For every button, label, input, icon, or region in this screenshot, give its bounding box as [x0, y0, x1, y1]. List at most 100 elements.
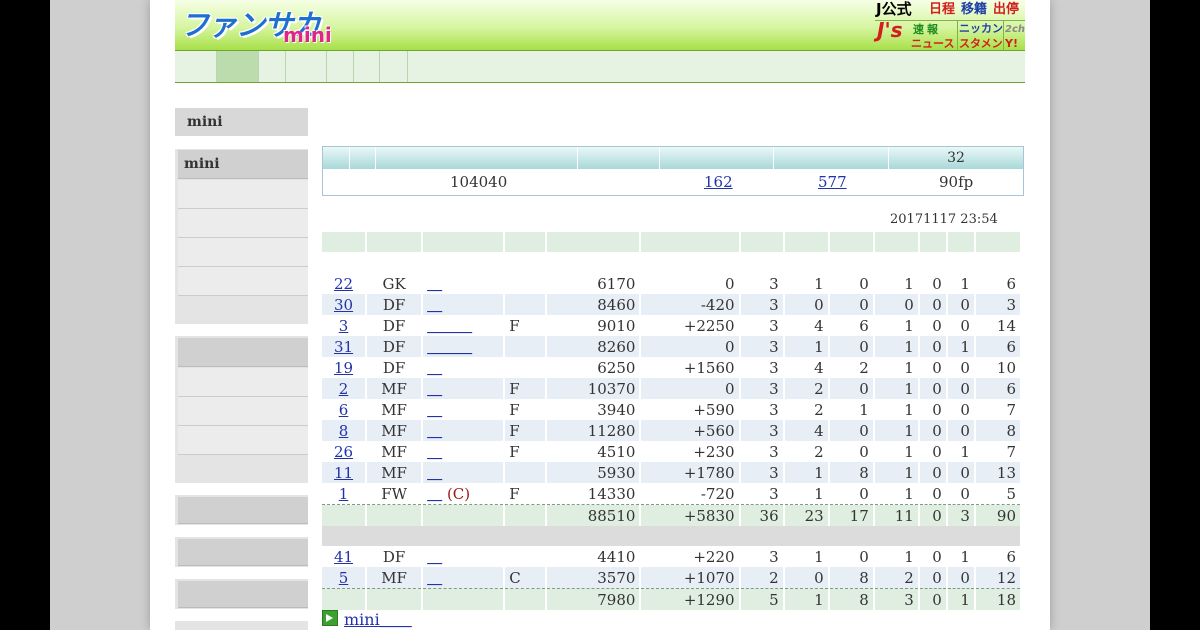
nav-item[interactable]	[259, 51, 286, 82]
table-row: 30 DF ＿ 8460 -420 3 0 0 0 0 0 3	[322, 294, 1023, 315]
link-nikkan[interactable]: ニッカン	[959, 21, 1003, 37]
link-news[interactable]: ニュース	[911, 36, 954, 52]
player-number-link[interactable]: 30	[334, 296, 353, 314]
link-j-official[interactable]: J公式	[876, 1, 912, 17]
stat-e: 0	[918, 441, 948, 462]
player-name-link[interactable]: ＿	[427, 401, 442, 419]
player-name-link[interactable]: ＿	[427, 275, 442, 293]
player-position: DF	[366, 294, 424, 315]
player-price-diff: +1780	[640, 462, 741, 483]
player-number-link[interactable]: 22	[334, 275, 353, 293]
col-header	[873, 232, 920, 252]
table-row: 6 MF ＿ F 3940 +590 3 2 1 1 0 0 7	[322, 399, 1023, 420]
player-name-link[interactable]: ＿	[427, 569, 442, 587]
player-number-link[interactable]: 11	[334, 464, 353, 482]
stat-d: 1	[873, 441, 920, 462]
player-name-link[interactable]: ＿＿＿	[427, 317, 472, 335]
stat-d: 1	[873, 420, 920, 441]
footer-mini-link[interactable]: mini＿＿	[344, 610, 412, 629]
player-name-link[interactable]: ＿	[427, 380, 442, 398]
stat-a: 3	[739, 336, 785, 357]
nav-item[interactable]	[175, 51, 217, 82]
link-yahoo[interactable]: Y!	[1005, 36, 1018, 52]
stat-c: 2	[828, 357, 875, 378]
player-name-link[interactable]: ＿	[427, 443, 442, 461]
player-name-link[interactable]: ＿	[427, 485, 442, 503]
sidebar-item[interactable]	[178, 397, 308, 426]
player-name-link[interactable]: ＿	[427, 422, 442, 440]
stat-g: 0	[946, 315, 976, 336]
link-schedule[interactable]: 日程	[929, 2, 955, 18]
col-header	[739, 232, 785, 252]
player-number-link[interactable]: 5	[339, 569, 349, 587]
player-name-link[interactable]: ＿	[427, 464, 442, 482]
link-js[interactable]: J's	[877, 20, 902, 40]
summary-head-cell	[323, 147, 350, 169]
stat-c: 0	[828, 273, 875, 294]
nav-item[interactable]	[354, 51, 380, 82]
player-number-link[interactable]: 6	[339, 401, 349, 419]
site-logo-mini: mini	[283, 23, 332, 47]
col-header	[783, 232, 830, 252]
player-number-link[interactable]: 26	[334, 443, 353, 461]
sidebar-item[interactable]	[178, 497, 308, 524]
sidebar-item[interactable]	[178, 426, 308, 455]
player-price-diff: -420	[640, 294, 741, 315]
player-name-link[interactable]: ＿	[427, 359, 442, 377]
summary-head-cell	[774, 147, 889, 169]
sidebar-item[interactable]	[178, 539, 308, 566]
stat-c: 0	[828, 441, 875, 462]
summary-link-1[interactable]: 162	[704, 173, 733, 191]
player-flag	[504, 336, 548, 357]
sidebar-item[interactable]	[178, 238, 308, 267]
player-price: 5930	[546, 462, 642, 483]
sidebar-item[interactable]	[178, 368, 308, 397]
player-flag: F	[504, 399, 548, 420]
player-number-link[interactable]: 19	[334, 359, 353, 377]
player-number-link[interactable]: 2	[339, 380, 349, 398]
link-starting[interactable]: スタメン	[959, 36, 1003, 52]
player-name-link[interactable]: ＿	[427, 296, 442, 314]
arrow-right-icon	[322, 610, 338, 626]
table-row: 19 DF ＿ 6250 +1560 3 4 2 1 0 0 10	[322, 357, 1023, 378]
player-name-link[interactable]: ＿	[427, 548, 442, 566]
stat-d: 1	[873, 273, 920, 294]
link-suspension[interactable]: 出停	[993, 2, 1019, 18]
player-number-link[interactable]: 41	[334, 548, 353, 566]
stat-c: 0	[828, 483, 875, 505]
summary-link-2[interactable]: 577	[818, 173, 847, 191]
player-number-link[interactable]: 31	[334, 338, 353, 356]
summary-head-cell	[376, 147, 578, 169]
player-price: 9010	[546, 315, 642, 336]
stat-b: 2	[783, 441, 830, 462]
player-number-link[interactable]: 1	[339, 485, 349, 503]
player-number-link[interactable]: 3	[339, 317, 349, 335]
stat-e: 0	[918, 336, 948, 357]
player-price-diff: +1070	[640, 567, 741, 589]
nav-item[interactable]	[380, 51, 408, 82]
player-price: 4410	[546, 546, 642, 567]
nav-item-active[interactable]	[217, 51, 259, 82]
stat-b: 4	[783, 420, 830, 441]
nav-item[interactable]	[327, 51, 354, 82]
nav-item[interactable]	[286, 51, 327, 82]
link-transfer[interactable]: 移籍	[961, 2, 987, 18]
stat-e: 0	[918, 462, 948, 483]
player-number-link[interactable]: 8	[339, 422, 349, 440]
stat-c: 0	[828, 336, 875, 357]
player-position: MF	[366, 441, 424, 462]
stat-a: 2	[739, 567, 785, 589]
table-row: 2 MF ＿ F 10370 0 3 2 0 1 0 0 6	[322, 378, 1023, 399]
stat-b: 1	[783, 462, 830, 483]
player-position: MF	[366, 399, 424, 420]
sidebar-item[interactable]	[178, 180, 308, 209]
table-row: 5 MF ＿ C 3570 +1070 2 0 8 2 0 0 12	[322, 567, 1023, 589]
sidebar-item[interactable]	[178, 209, 308, 238]
player-price: 6170	[546, 273, 642, 294]
sidebar-item[interactable]	[178, 267, 308, 296]
stat-e: 0	[918, 483, 948, 505]
sidebar-item[interactable]	[178, 581, 308, 608]
player-position: GK	[366, 273, 424, 294]
summary-header: 32	[323, 147, 1023, 169]
player-name-link[interactable]: ＿＿＿	[427, 338, 472, 356]
